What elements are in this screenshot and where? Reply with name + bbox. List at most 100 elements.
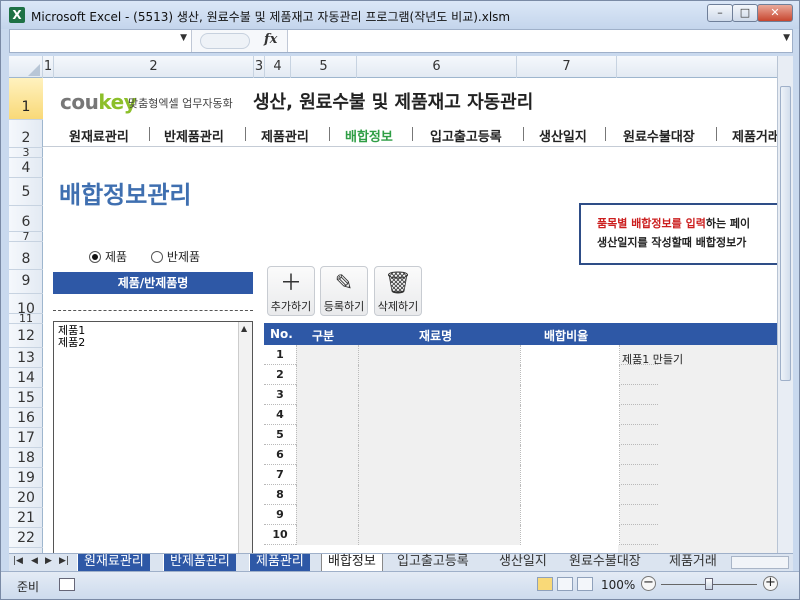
zoom-slider[interactable] xyxy=(661,578,757,590)
row-header[interactable]: 17 xyxy=(9,428,43,448)
row-header[interactable]: 1 xyxy=(9,78,43,120)
chevron-down-icon[interactable]: ▼ xyxy=(180,33,187,43)
ratio-cell[interactable] xyxy=(520,465,620,485)
column-header[interactable]: 5 xyxy=(291,56,357,78)
row-header[interactable]: 11 xyxy=(9,313,43,324)
minimize-button[interactable]: – xyxy=(707,4,733,22)
menu-item-in-out[interactable]: 입고출고등록 xyxy=(430,126,502,145)
first-sheet-icon[interactable]: |◀ xyxy=(13,556,23,566)
row-header[interactable]: 20 xyxy=(9,488,43,508)
formula-expand-toggle[interactable] xyxy=(200,33,250,49)
delete-button[interactable]: 🗑 삭제하기 xyxy=(374,266,422,316)
last-sheet-icon[interactable]: ▶| xyxy=(59,556,69,566)
register-button[interactable]: ✎ 등록하기 xyxy=(320,266,368,316)
menu-item-material-ledger[interactable]: 원료수불대장 xyxy=(623,126,695,145)
ratio-cell[interactable] xyxy=(520,445,620,465)
row-header[interactable]: 8 xyxy=(9,242,43,270)
material-cell[interactable] xyxy=(358,485,520,505)
type-cell[interactable] xyxy=(296,485,358,505)
sheet-tab-in-out[interactable]: 입고출고등록 xyxy=(391,554,475,571)
zoom-level[interactable]: 100% xyxy=(601,578,635,592)
zoom-out-button[interactable]: − xyxy=(641,576,656,591)
sheet-tab-products[interactable]: 제품관리 xyxy=(249,554,310,571)
ratio-cell[interactable] xyxy=(520,365,620,385)
normal-view-icon[interactable] xyxy=(537,577,553,591)
radio-product[interactable] xyxy=(89,251,101,263)
row-header[interactable]: 3 xyxy=(9,147,43,158)
zoom-in-button[interactable]: + xyxy=(763,576,778,591)
row-header[interactable]: 19 xyxy=(9,468,43,488)
row-header[interactable]: 22 xyxy=(9,528,43,548)
material-cell[interactable] xyxy=(358,505,520,525)
type-cell[interactable] xyxy=(296,365,358,385)
type-cell[interactable] xyxy=(296,405,358,425)
restore-button[interactable]: □ xyxy=(732,4,758,22)
type-cell[interactable] xyxy=(296,385,358,405)
list-item[interactable]: 제품2 xyxy=(54,337,252,349)
row-header[interactable]: 14 xyxy=(9,368,43,388)
row-header[interactable]: 9 xyxy=(9,270,43,294)
type-cell[interactable] xyxy=(296,445,358,465)
radio-product-label[interactable]: 제품 xyxy=(105,250,127,264)
menu-item-semi-products[interactable]: 반제품관리 xyxy=(164,126,224,145)
type-cell[interactable] xyxy=(296,425,358,445)
add-button[interactable]: ＋ 추가하기 xyxy=(267,266,315,316)
ratio-cell[interactable] xyxy=(520,405,620,425)
menu-item-production-log[interactable]: 생산일지 xyxy=(539,126,587,145)
ratio-cell[interactable] xyxy=(520,525,620,545)
product-listbox[interactable]: 제품1 제품2 ▲ xyxy=(53,321,253,553)
column-header[interactable]: 3 xyxy=(254,56,265,78)
material-cell[interactable] xyxy=(358,525,520,545)
sheet-tab-material-ledger[interactable]: 원료수불대장 xyxy=(563,554,647,571)
menu-item-products[interactable]: 제품관리 xyxy=(261,126,309,145)
row-header[interactable]: 7 xyxy=(9,231,43,242)
column-header-blank[interactable] xyxy=(617,56,779,78)
ratio-cell[interactable] xyxy=(520,425,620,445)
column-header[interactable]: 1 xyxy=(43,56,54,78)
row-header[interactable]: 12 xyxy=(9,324,43,348)
row-header[interactable]: 13 xyxy=(9,348,43,368)
close-button[interactable]: ✕ xyxy=(757,4,793,22)
select-all-corner[interactable] xyxy=(9,56,43,78)
sheet-tab-production-log[interactable]: 생산일지 xyxy=(493,554,553,571)
menu-item-mix-info[interactable]: 배합정보 xyxy=(345,126,393,145)
worksheet-grid[interactable]: 1 2 3 4 5 6 7 1 2 3 4 5 6 7 8 9 10 11 12… xyxy=(9,56,779,553)
page-break-view-icon[interactable] xyxy=(577,577,593,591)
type-cell[interactable] xyxy=(296,525,358,545)
ratio-cell[interactable] xyxy=(520,485,620,505)
menu-item-raw-materials[interactable]: 원재료관리 xyxy=(69,126,129,145)
formula-bar-expand-icon[interactable]: ▼ xyxy=(783,33,790,43)
column-header[interactable]: 6 xyxy=(357,56,517,78)
column-header[interactable]: 2 xyxy=(54,56,254,78)
insert-function-icon[interactable]: fx xyxy=(264,32,277,47)
next-sheet-icon[interactable]: ▶ xyxy=(45,556,52,566)
sheet-tab-semi-products[interactable]: 반제품관리 xyxy=(163,554,236,571)
sheet-tab-product-trade[interactable]: 제품거래 xyxy=(663,554,727,571)
macro-record-icon[interactable] xyxy=(59,578,75,591)
radio-semi-product-label[interactable]: 반제품 xyxy=(167,250,200,264)
listbox-scrollbar[interactable]: ▲ xyxy=(238,322,252,553)
material-cell[interactable] xyxy=(358,465,520,485)
row-header[interactable]: 6 xyxy=(9,206,43,232)
prev-sheet-icon[interactable]: ◀ xyxy=(31,556,38,566)
row-header[interactable]: 16 xyxy=(9,408,43,428)
row-header[interactable]: 18 xyxy=(9,448,43,468)
material-cell[interactable] xyxy=(358,345,520,365)
material-cell[interactable] xyxy=(358,445,520,465)
column-header[interactable]: 7 xyxy=(517,56,617,78)
type-cell[interactable] xyxy=(296,505,358,525)
radio-semi-product[interactable] xyxy=(150,251,163,263)
menu-item-product-trade[interactable]: 제품거래 xyxy=(732,126,779,145)
zoom-slider-thumb[interactable] xyxy=(705,578,713,590)
row-header[interactable]: 10 xyxy=(9,294,43,317)
type-cell[interactable] xyxy=(296,345,358,365)
material-cell[interactable] xyxy=(358,425,520,445)
column-header[interactable]: 4 xyxy=(265,56,291,78)
scroll-up-icon[interactable]: ▲ xyxy=(241,324,247,333)
material-cell[interactable] xyxy=(358,385,520,405)
sheet-tab-mix-info[interactable]: 배합정보 xyxy=(321,554,383,571)
row-header[interactable]: 15 xyxy=(9,388,43,408)
material-cell[interactable] xyxy=(358,365,520,385)
row-header[interactable]: 21 xyxy=(9,508,43,528)
excel-app-icon[interactable]: X xyxy=(9,7,25,23)
